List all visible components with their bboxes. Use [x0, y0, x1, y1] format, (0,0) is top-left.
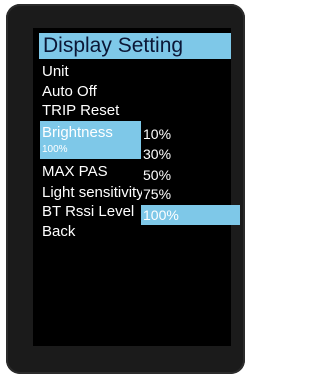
option-10[interactable]: 10%	[143, 126, 171, 142]
page-title: Display Setting	[43, 34, 184, 57]
display-screen: Display Setting Unit Auto Off TRIP Reset…	[33, 28, 240, 346]
menu-item-bt-rssi-level[interactable]: BT Rssi Level	[42, 203, 134, 220]
menu-item-light-sensitivity[interactable]: Light sensitivity	[42, 184, 142, 201]
option-100-selected[interactable]: 100%	[141, 205, 240, 225]
menu-item-brightness-label: Brightness	[42, 124, 113, 141]
menu-item-max-pas[interactable]: MAX PAS	[42, 163, 108, 180]
option-50[interactable]: 50%	[143, 167, 171, 183]
menu-item-brightness[interactable]: Brightness 100%	[40, 121, 141, 159]
device-bezel: Display Setting Unit Auto Off TRIP Reset…	[6, 4, 245, 374]
option-30[interactable]: 30%	[143, 146, 171, 162]
option-100-label: 100%	[143, 207, 179, 223]
title-bar: Display Setting	[39, 33, 231, 59]
menu-item-auto-off[interactable]: Auto Off	[42, 83, 97, 100]
menu-item-unit[interactable]: Unit	[42, 63, 69, 80]
menu-item-trip-reset[interactable]: TRIP Reset	[42, 102, 119, 119]
option-75[interactable]: 75%	[143, 186, 171, 202]
menu-item-back[interactable]: Back	[42, 223, 75, 240]
brightness-current-value: 100%	[42, 144, 68, 155]
